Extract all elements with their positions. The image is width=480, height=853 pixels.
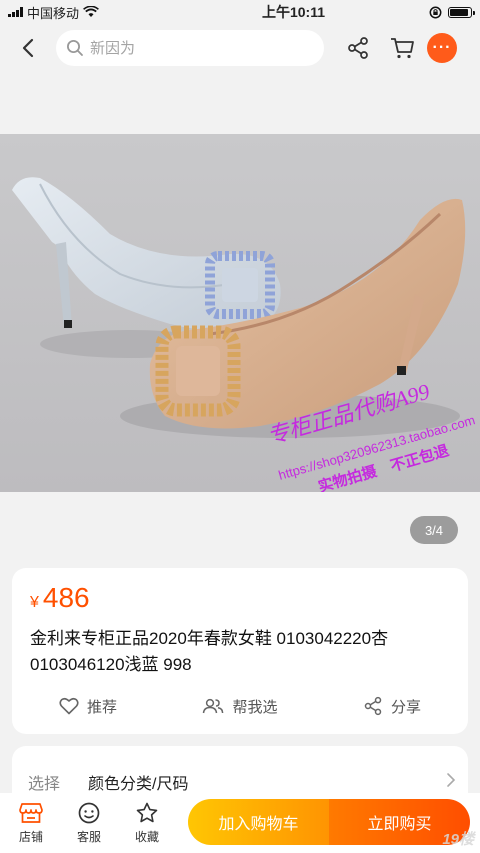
battery-icon	[448, 6, 475, 18]
price: ¥ 486	[30, 582, 90, 614]
add-to-cart-button[interactable]: 加入购物车	[188, 799, 329, 845]
more-button[interactable]: ···	[422, 28, 462, 68]
recommend-button[interactable]: 推荐	[12, 690, 164, 722]
price-amount: 486	[42, 582, 90, 613]
image-counter: 3/4	[410, 516, 458, 544]
recommend-label: 推荐	[86, 698, 117, 716]
cart-button[interactable]	[382, 28, 422, 68]
tab-store-label: 店铺	[18, 829, 43, 844]
search-box[interactable]	[56, 30, 324, 66]
back-button[interactable]	[0, 24, 56, 72]
site-watermark: 19楼	[442, 831, 474, 848]
cart-icon	[391, 38, 414, 59]
help-choose-label: 帮我选	[232, 698, 278, 716]
tab-service-label: 客服	[76, 829, 101, 844]
wifi-icon	[83, 6, 99, 17]
product-info-card: ¥ 486 金利来专柜正品2020年春款女鞋 0103042220杏 01030…	[12, 568, 468, 734]
tab-store[interactable]: 店铺	[2, 795, 60, 851]
share-icon	[348, 37, 368, 59]
chevron-left-icon	[22, 38, 34, 58]
product-actions: 推荐 帮我选 分享	[12, 690, 468, 722]
help-choose-button[interactable]: 帮我选	[164, 690, 316, 722]
product-photo: 专柜正品代购A99 https://shop320962313.taobao.c…	[0, 134, 480, 492]
spec-label: 选择	[28, 776, 61, 793]
more-icon: ···	[427, 33, 457, 63]
status-time: 上午10:11	[261, 4, 326, 20]
tab-favorite-label: 收藏	[134, 829, 159, 844]
tab-favorite[interactable]: 收藏	[118, 795, 176, 851]
people-icon	[203, 698, 224, 714]
purchase-buttons: 加入购物车 立即购买	[188, 799, 470, 845]
nav-bar: ···	[0, 24, 480, 72]
spec-value: 颜色分类/尺码	[88, 776, 189, 793]
share-button[interactable]	[338, 28, 378, 68]
carrier-name: 中国移动	[27, 5, 80, 21]
currency-symbol: ¥	[30, 594, 39, 611]
product-title: 金利来专柜正品2020年春款女鞋 0103042220杏 0103046120浅…	[30, 629, 389, 674]
search-icon	[67, 40, 83, 56]
status-bar: 中国移动 上午10:11	[0, 0, 480, 24]
search-input[interactable]	[90, 39, 300, 57]
product-image-carousel[interactable]: 专柜正品代购A99 https://shop320962313.taobao.c…	[0, 72, 480, 550]
rotation-lock-icon	[429, 6, 442, 18]
signal-icon	[8, 7, 23, 17]
store-icon	[19, 802, 43, 823]
chevron-right-icon	[447, 773, 456, 787]
share-icon	[364, 696, 382, 716]
bottom-action-bar: 店铺 客服 收藏 加入购物车 立即购买 19楼	[0, 793, 480, 853]
service-icon	[78, 802, 100, 823]
tab-service[interactable]: 客服	[60, 795, 118, 851]
star-icon	[136, 802, 158, 822]
share-label: 分享	[390, 698, 421, 716]
heart-icon	[59, 697, 79, 715]
share-action-button[interactable]: 分享	[316, 690, 468, 722]
